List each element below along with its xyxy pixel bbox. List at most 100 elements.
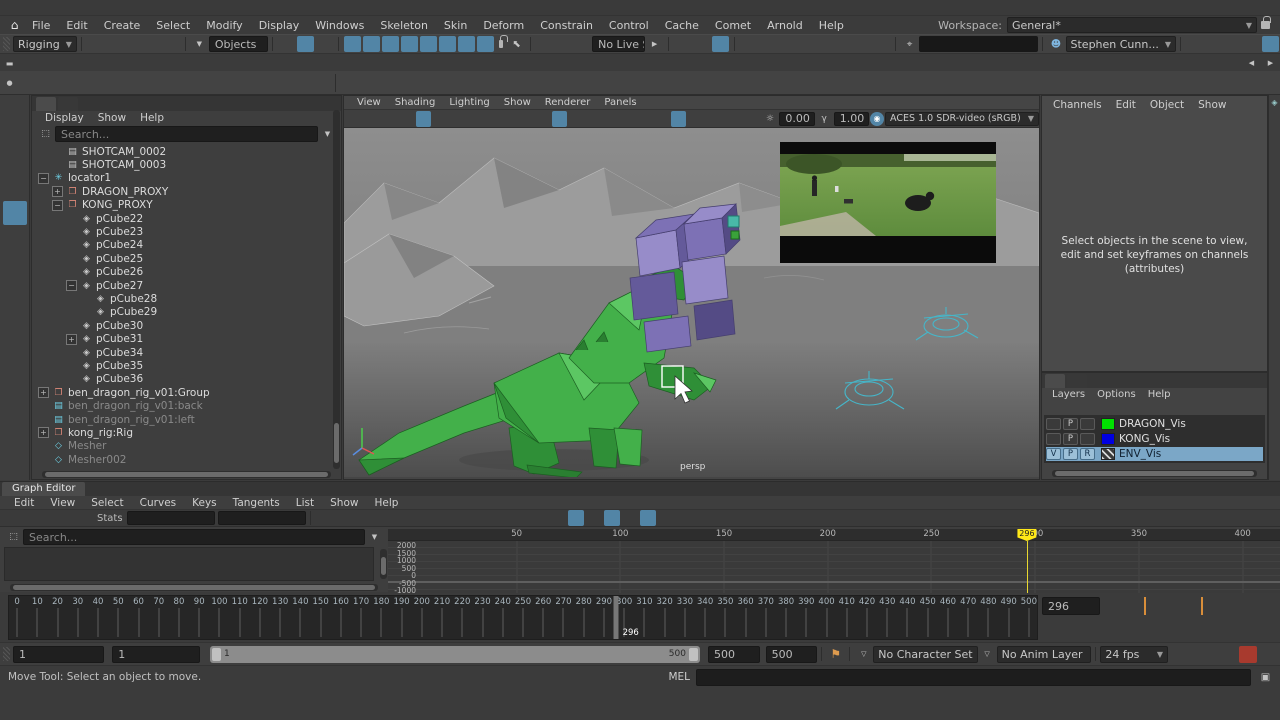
outliner-tree-row[interactable]: + ❐ ben_dragon_rig_v01:Group	[34, 386, 331, 399]
outliner-hscrollbar[interactable]	[42, 471, 331, 478]
tree-expander-icon[interactable]: −	[66, 280, 77, 291]
viewport-bar-icon[interactable]	[705, 111, 720, 127]
set-key-icon[interactable]: ⚑	[827, 646, 844, 662]
graph-editor-tangent-icon[interactable]	[424, 510, 440, 526]
outliner-menu-item[interactable]: Help	[133, 112, 171, 124]
graph-editor-menu-item[interactable]: Edit	[6, 497, 42, 509]
fps-dropdown[interactable]: 24 fps▼	[1100, 646, 1168, 663]
toolbox-tool-icon[interactable]	[3, 169, 27, 193]
graph-editor-panel-icon[interactable]	[1223, 510, 1239, 526]
menu-item[interactable]: Modify	[198, 19, 250, 32]
graph-editor-panel-icon[interactable]	[1241, 510, 1257, 526]
viewport-bar-icon[interactable]	[603, 111, 618, 127]
graph-editor-tangent-icon[interactable]	[730, 510, 746, 526]
outliner-tree-row[interactable]: ◈ pCube22	[34, 212, 331, 225]
color-managed-icon[interactable]: ◉	[870, 112, 884, 126]
playback-option-icon[interactable]	[1217, 646, 1235, 663]
layer-action-icon[interactable]	[1226, 400, 1239, 416]
layer-action-icon[interactable]	[1184, 400, 1197, 416]
menu-item[interactable]: Control	[601, 19, 657, 32]
menu-item[interactable]: Cache	[657, 19, 707, 32]
viewport-bar-icon[interactable]	[671, 111, 686, 127]
viewport-bar-icon[interactable]	[450, 111, 465, 127]
graph-editor-tangent-icon[interactable]	[388, 510, 404, 526]
render-icon[interactable]	[854, 36, 871, 52]
snap-icon[interactable]	[574, 36, 591, 52]
history-icon[interactable]	[693, 36, 710, 52]
render-icon[interactable]	[778, 36, 795, 52]
sidebar-toggle-icon[interactable]	[1186, 36, 1203, 52]
playback-button[interactable]	[1125, 597, 1144, 615]
highlight-selection-icon[interactable]: ⬉	[508, 36, 525, 52]
menu-item[interactable]: Edit	[58, 19, 95, 32]
ge-filter-icon[interactable]: ⬚	[5, 529, 22, 545]
graph-editor-tangent-icon[interactable]	[316, 510, 332, 526]
animation-start-field[interactable]: 1	[13, 646, 104, 663]
tree-expander-icon[interactable]: +	[52, 186, 63, 197]
graph-editor-tangent-icon[interactable]	[334, 510, 350, 526]
outliner-tree-row[interactable]: ◇ Mesher	[34, 440, 331, 453]
outliner-filter-icon[interactable]: ⬚	[37, 126, 54, 142]
layer-color-swatch[interactable]	[1101, 418, 1115, 430]
shelf-surface-tool-icon[interactable]	[461, 72, 483, 94]
shelf-curve-tool-icon[interactable]	[20, 72, 42, 94]
layout-shortcut-icon[interactable]	[4, 397, 26, 417]
graph-editor-tangent-icon[interactable]	[766, 510, 782, 526]
outliner-tree-row[interactable]: − ◈ pCube27	[34, 279, 331, 292]
script-editor-icon[interactable]: ▣	[1257, 669, 1274, 685]
outliner-tree-row[interactable]: ◈ pCube35	[34, 359, 331, 372]
viewport-bar-icon[interactable]	[739, 111, 754, 127]
selection-mask-icon[interactable]	[363, 36, 380, 52]
viewport-bar-icon[interactable]	[620, 111, 635, 127]
graph-editor-tangent-icon[interactable]	[640, 510, 656, 526]
graph-editor-tangent-icon[interactable]	[460, 510, 476, 526]
graph-editor-tangent-icon[interactable]	[658, 510, 674, 526]
stats-frame-input[interactable]	[127, 511, 215, 525]
shelf-surface-tool-icon[interactable]	[437, 72, 459, 94]
sidebar-toggle-icon[interactable]	[1262, 36, 1279, 52]
toolbox-tool-icon[interactable]	[3, 137, 27, 161]
outliner-vscrollbar[interactable]	[333, 110, 340, 469]
select-mode-icon[interactable]	[316, 36, 333, 52]
pin-sidebar-icon[interactable]: ◈	[1271, 98, 1277, 107]
playback-button[interactable]	[1144, 597, 1163, 615]
outliner-tab[interactable]	[36, 97, 56, 111]
shelf-surface-tool-icon[interactable]	[413, 72, 435, 94]
viewport-bar-icon[interactable]	[484, 111, 499, 127]
outliner-tree-row[interactable]: ▤ SHOTCAM_0003	[34, 158, 331, 171]
range-slider[interactable]: 1 500	[210, 646, 700, 663]
graph-editor-tool-icon[interactable]	[4, 510, 20, 526]
expand-arrow-icon[interactable]: ▶	[646, 36, 663, 52]
outliner-tree-row[interactable]: − ❐ KONG_PROXY	[34, 199, 331, 212]
layout-shortcut-icon[interactable]	[4, 371, 26, 391]
layer-visibility-toggle[interactable]: V	[1046, 448, 1061, 460]
channelbox-menu-item[interactable]: Edit	[1109, 99, 1143, 111]
channelbox-menu-item[interactable]: Object	[1143, 99, 1191, 111]
workspace-dropdown[interactable]: General*▼	[1007, 17, 1257, 33]
layout-shortcut-icon[interactable]	[4, 449, 26, 469]
sidebar-toggle-icon[interactable]	[1205, 36, 1222, 52]
layer-color-swatch[interactable]	[1101, 433, 1115, 445]
shelf-surface-tool-icon[interactable]	[533, 72, 555, 94]
toolbox-tool-icon[interactable]	[3, 265, 27, 289]
layer-visibility-toggle[interactable]	[1046, 433, 1061, 445]
playback-option-icon[interactable]	[1173, 646, 1191, 663]
selection-mask-icon[interactable]	[439, 36, 456, 52]
shelf-surface-tool-icon[interactable]	[581, 72, 603, 94]
history-icon[interactable]	[712, 36, 729, 52]
menu-item[interactable]: Windows	[307, 19, 372, 32]
tree-expander-icon[interactable]: −	[38, 173, 49, 184]
outliner-tree-row[interactable]: ◈ pCube26	[34, 266, 331, 279]
graph-editor-menu-item[interactable]: Select	[83, 497, 131, 509]
graph-editor-menu-item[interactable]: Keys	[184, 497, 225, 509]
shelf-item-popup-icon[interactable]: ●	[1, 75, 18, 91]
shelf-surface-tool-icon[interactable]	[509, 72, 531, 94]
playback-option-icon[interactable]	[1239, 646, 1257, 663]
graph-editor-menu-item[interactable]: Curves	[132, 497, 184, 509]
history-icon[interactable]	[674, 36, 691, 52]
graph-editor-curve-area[interactable]: 50100150200250300350400 2000150010005000…	[388, 529, 1280, 593]
playback-button[interactable]	[1201, 597, 1220, 615]
menu-item[interactable]: Constrain	[532, 19, 601, 32]
range-handle-right[interactable]	[689, 648, 698, 661]
graph-editor-tangent-icon[interactable]	[550, 510, 566, 526]
